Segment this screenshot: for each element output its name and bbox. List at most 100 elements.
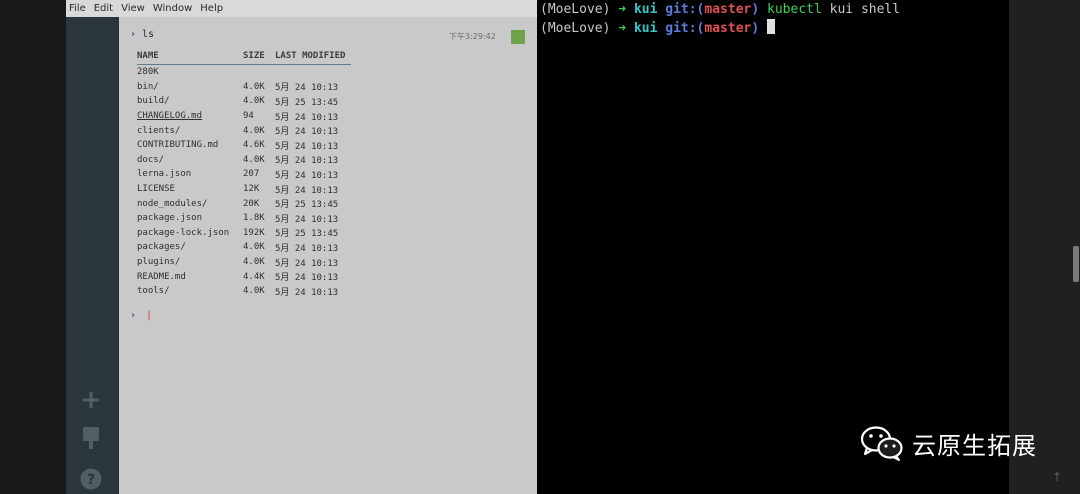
command-args: kui shell — [821, 2, 901, 17]
arrow-up-icon: ↑ — [1052, 470, 1063, 484]
wechat-icon — [860, 426, 903, 461]
file-modified: 5月 25 13:45 — [275, 200, 339, 211]
file-modified: 5月 24 10:13 — [275, 127, 339, 138]
file-modified: 5月 25 13:45 — [275, 229, 339, 240]
file-modified: 5月 24 10:13 — [275, 83, 339, 94]
file-name[interactable]: node_modules/ — [137, 196, 243, 211]
file-name[interactable]: bin/ — [137, 80, 243, 95]
menu-file[interactable]: File — [69, 3, 86, 14]
file-size: 4.0K — [243, 154, 265, 165]
svg-text:?: ? — [87, 472, 95, 488]
status-ok-icon — [511, 30, 525, 44]
file-name: README.md — [137, 271, 186, 282]
terminal-pane[interactable]: (MoeLove) ➜ kui git:(master) kubectl kui… — [537, 0, 1009, 494]
terminal-cursor — [767, 19, 776, 34]
file-modified: 5月 24 10:13 — [275, 112, 339, 123]
file-size: 192K — [243, 227, 265, 238]
menu-edit[interactable]: Edit — [94, 3, 113, 14]
command-input-line[interactable]: › | — [130, 310, 152, 321]
prompt-arrow-icon: ➜ — [618, 2, 627, 17]
help-icon[interactable]: ? — [80, 468, 102, 490]
table-row: plugins/4.0K 5月 24 10:13 — [137, 255, 351, 270]
git-label-close: ) — [751, 2, 760, 17]
file-name[interactable]: build/ — [137, 94, 243, 109]
table-header-row: NAME SIZE LAST MODIFIED — [137, 50, 352, 65]
terminal-line[interactable]: (MoeLove) ➜ kui git:(master) — [540, 19, 776, 37]
header-name[interactable]: NAME — [137, 50, 243, 65]
file-modified: 5月 25 13:45 — [275, 97, 339, 108]
prompt-command: ls — [142, 29, 155, 40]
file-name: CONTRIBUTING.md — [137, 140, 219, 151]
menu-help[interactable]: Help — [200, 3, 223, 14]
git-label-close: ) — [751, 21, 760, 36]
file-name: lerna.json — [137, 169, 192, 180]
table-row: package-lock.json 192K 5月 25 13:45 — [137, 226, 351, 241]
table-row: packages/4.0K 5月 24 10:13 — [137, 240, 351, 255]
menu-bar: File Edit View Window Help — [66, 0, 537, 17]
watermark: 云原生拓展 — [860, 424, 1037, 462]
file-name[interactable]: tools/ — [137, 284, 243, 299]
header-size[interactable]: SIZE — [243, 50, 275, 65]
file-modified: 5月 24 10:13 — [275, 156, 339, 167]
file-modified: 5月 24 10:13 — [275, 258, 339, 269]
file-size: 4.0K — [243, 96, 265, 107]
table-row: node_modules/20K 5月 25 13:45 — [137, 196, 351, 211]
file-size: 4.0K — [243, 242, 265, 253]
header-modified[interactable]: LAST MODIFIED — [275, 50, 351, 65]
watermark-text: 云原生拓展 — [912, 431, 1037, 460]
file-name: package.json — [137, 213, 203, 224]
table-row: README.md 4.4K 5月 24 10:13 — [137, 269, 351, 284]
file-name: LICENSE — [137, 184, 175, 195]
file-modified: 5月 24 10:13 — [275, 273, 339, 284]
total-row: 280K — [137, 65, 351, 80]
prompt-directory: kui — [633, 21, 658, 36]
file-size: 94 — [243, 111, 254, 122]
file-name[interactable]: plugins/ — [137, 255, 243, 270]
table-row: CONTRIBUTING.md 4.6K 5月 24 10:13 — [137, 138, 351, 153]
file-modified: 5月 24 10:13 — [275, 141, 339, 152]
table-row: build/4.0K 5月 25 13:45 — [137, 94, 351, 109]
virtualenv-label: (MoeLove) — [540, 21, 611, 36]
prompt-chevron-icon: › — [130, 29, 137, 40]
git-branch: master — [704, 21, 752, 36]
table-row: bin/4.0K 5月 24 10:13 — [137, 80, 351, 95]
file-size: 4.0K — [243, 286, 265, 297]
file-size: 4.6K — [243, 140, 265, 151]
file-size: 1.8K — [243, 213, 265, 224]
kui-window: File Edit View Window Help + ? › ls 下午3:2… — [66, 0, 537, 494]
file-name[interactable]: CHANGELOG.md — [137, 109, 243, 124]
file-name[interactable]: clients/ — [137, 123, 243, 138]
terminal-line: (MoeLove) ➜ kui git:(master) kubectl kui… — [540, 1, 900, 19]
file-size: 12K — [243, 184, 260, 195]
text-caret: | — [146, 310, 153, 321]
table-row: package.json 1.8K 5月 24 10:13 — [137, 211, 351, 226]
file-name[interactable]: packages/ — [137, 240, 243, 255]
file-modified: 5月 24 10:13 — [275, 214, 339, 225]
git-branch: master — [704, 2, 752, 17]
table-row: tools/4.0K 5月 24 10:13 — [137, 284, 351, 299]
prompt-arrow-icon: ➜ — [618, 21, 627, 36]
file-size: 4.0K — [243, 257, 265, 268]
menu-window[interactable]: Window — [153, 3, 192, 14]
kui-sidebar: + ? — [66, 17, 119, 494]
left-bezel — [0, 0, 66, 494]
right-bezel — [1009, 0, 1080, 494]
table-row: clients/4.0K 5月 24 10:13 — [137, 123, 351, 138]
file-name[interactable]: docs/ — [137, 153, 243, 168]
file-size: 4.4K — [243, 271, 265, 282]
prompt-chevron-icon: › — [130, 310, 137, 321]
file-modified: 5月 24 10:13 — [275, 170, 339, 181]
file-modified: 5月 24 10:13 — [275, 243, 339, 254]
prompt-directory: kui — [633, 2, 658, 17]
plus-icon[interactable]: + — [80, 385, 102, 415]
table-row: LICENSE 12K 5月 24 10:13 — [137, 182, 351, 197]
paintbrush-icon[interactable] — [80, 427, 102, 449]
git-label: git:( — [665, 21, 705, 36]
file-size: 4.0K — [243, 81, 265, 92]
virtualenv-label: (MoeLove) — [540, 2, 611, 17]
scrollbar-thumb[interactable] — [1073, 246, 1079, 282]
git-label: git:( — [665, 2, 705, 17]
file-size: 20K — [243, 198, 260, 209]
menu-view[interactable]: View — [121, 3, 145, 14]
command-timestamp: 下午3:29:42 — [449, 32, 496, 41]
